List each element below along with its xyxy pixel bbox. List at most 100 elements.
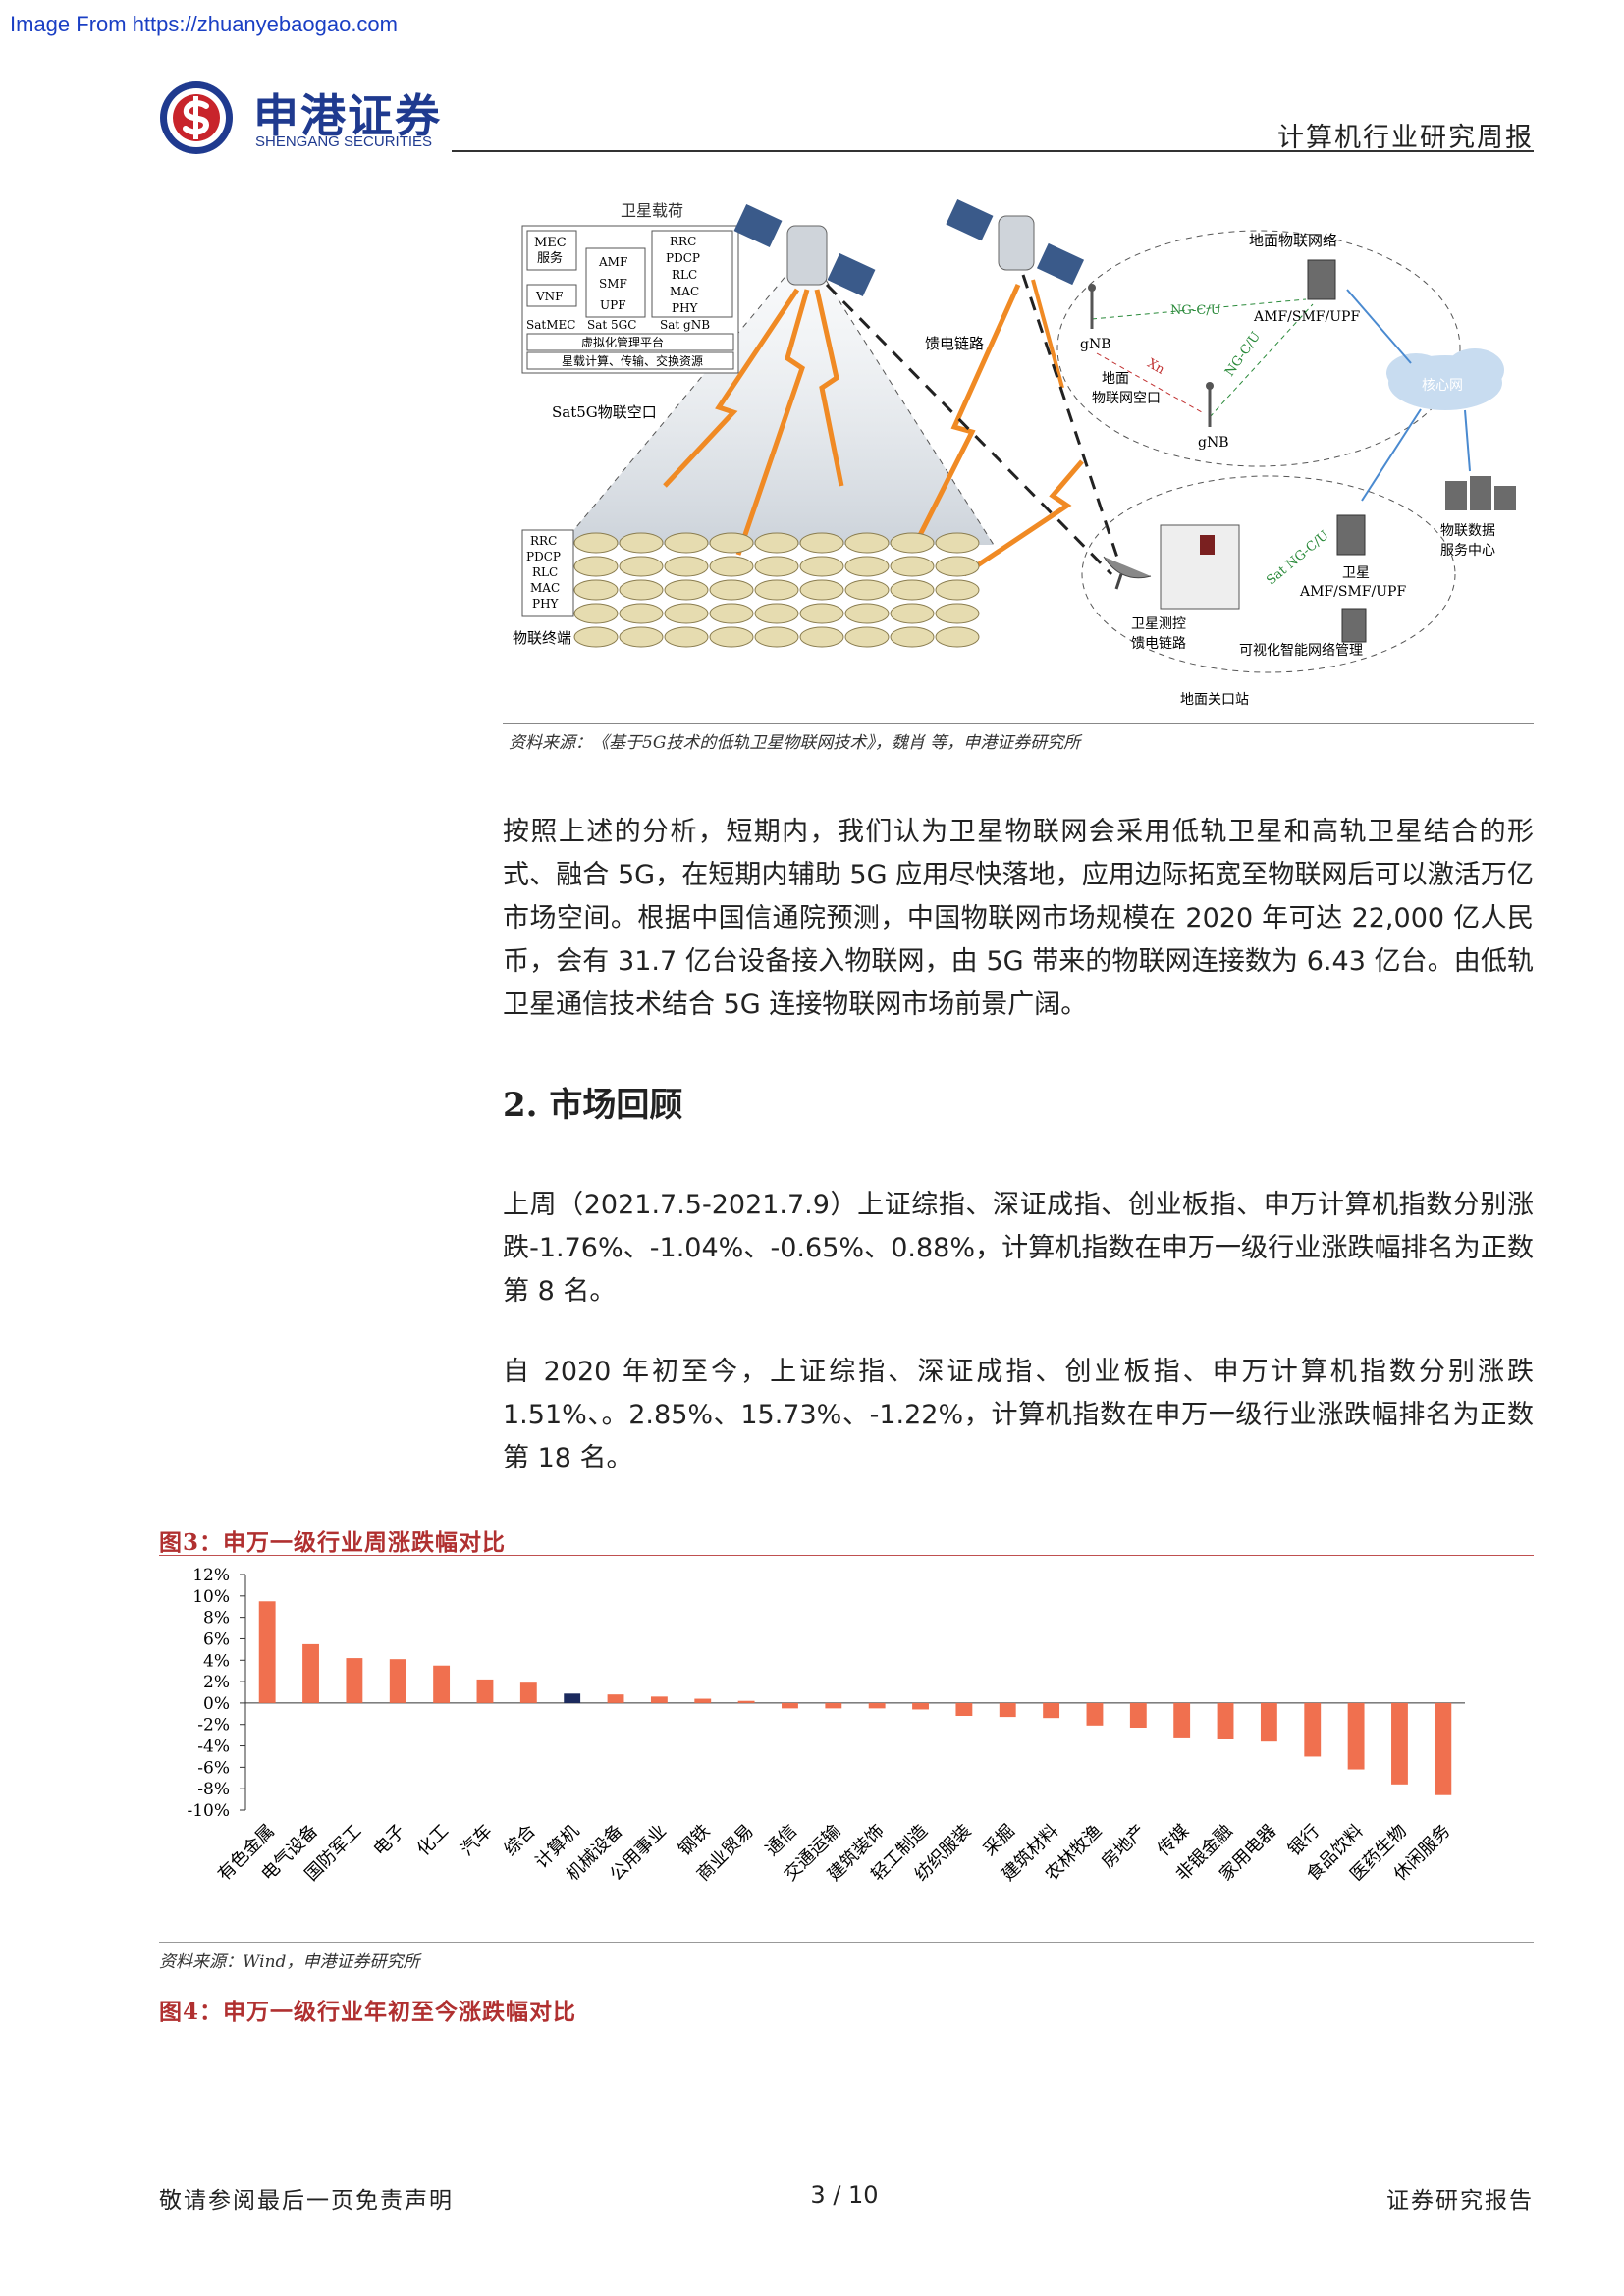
header-divider [452,150,1534,152]
bar-建筑材料 [1043,1702,1060,1719]
bar-电子 [389,1659,406,1703]
ttc-label-1: 卫星测控 [1131,616,1186,632]
terminal-cell [573,579,619,601]
terminal-label: 物联终端 [513,629,571,647]
terminal-cell [754,626,799,648]
ground-iot-network-ellipse [1056,230,1461,467]
chart-source: 资料来源：Wind，申港证券研究所 [159,1952,420,1972]
terminal-cell [890,556,935,577]
terminal-cell [619,556,664,577]
y-tick-label: 0% [203,1694,230,1714]
core-func-1: AMF [598,255,627,269]
terminal-cell [754,556,799,577]
server-icon-mgmt [1341,608,1367,643]
terminal-cell [573,556,619,577]
terminal-cell [619,603,664,624]
figure-4-title: 图4：申万一级行业年初至今涨跌幅对比 [159,1999,577,2025]
terminal-cell [573,626,619,648]
bar-综合 [519,1682,537,1703]
terminal-cell [709,556,754,577]
figure-3-divider [159,1555,1534,1556]
core-link-3 [1464,409,1471,472]
rack-panel [1200,535,1215,555]
y-tick-label: 8% [203,1609,230,1629]
terminal-cell [709,626,754,648]
bar-公用事业 [650,1696,668,1703]
satmec-label: SatMEC [526,318,575,332]
terminal-cell [935,626,980,648]
term-stack-3: RLC [532,565,558,579]
terminal-cell [619,579,664,601]
footer-disclaimer: 敬请参阅最后一页免责声明 [159,2188,454,2214]
server-icon-amf [1307,259,1336,300]
terminal-cell [619,532,664,554]
bar-汽车 [476,1679,494,1703]
core-link-1 [1346,289,1412,364]
terminal-cell [573,603,619,624]
bar-商业贸易 [737,1700,755,1703]
x-tick-label: 汽车 [457,1821,496,1860]
gnb-antenna-icon-1 [1088,284,1096,329]
watermark-text: Image From https://zhuanyebaogao.com [10,12,398,36]
x-tick-label: 房地产 [1098,1821,1150,1873]
gnb-label-1: gNB [1080,337,1111,352]
bar-通信 [782,1702,798,1709]
gnb-bolt [1031,279,1064,389]
bar-交通运输 [825,1702,842,1709]
terminal-cell [935,556,980,577]
terminal-cell [754,532,799,554]
air-interface-label: Sat5G物联空口 [552,403,657,421]
geo-satellite-icon [946,198,1085,286]
terminal-cell [935,603,980,624]
terminal-cell [799,603,844,624]
bar-有色金属 [258,1601,276,1703]
bar-计算机 [564,1693,581,1703]
page-number: 3 / 10 [810,2181,879,2209]
y-axis: 12% 10%8%6%4% 2% 0% -2% -4%-6% -8% -10% [187,1566,1465,1821]
y-tick-label: -6% [197,1758,230,1778]
gateway-label: 地面关口站 [1180,692,1249,708]
ran-3: RLC [672,268,697,282]
y-tick-label: -2% [197,1716,230,1735]
x-tick-label: 化工 [413,1821,453,1860]
visual-mgmt-label: 可视化智能网络管理 [1239,643,1363,659]
bar-食品饮料 [1347,1702,1365,1770]
terminal-cell [754,603,799,624]
y-tick-label: 10% [192,1587,230,1607]
leo-satellite-icon [733,203,876,297]
sat-5gc-label: Sat 5GC [587,318,636,332]
y-tick-label: 4% [203,1651,230,1671]
iot-terminal-grid [573,532,980,648]
terminal-cell [664,532,709,554]
feeder-link-label: 馈电链路 [925,335,984,352]
terminal-cell [709,603,754,624]
terminal-cell [844,579,890,601]
paragraph-weekly-review: 上周（2021.7.5-2021.7.9）上证综指、深证成指、创业板指、申万计算… [503,1190,1534,1307]
terminal-cell [935,532,980,554]
bar-纺织服装 [955,1702,973,1716]
ground-air-label-1: 地面 [1102,371,1129,387]
terminal-cell [890,603,935,624]
terminal-cell [664,579,709,601]
terminal-cell [890,579,935,601]
terminal-cell [664,556,709,577]
ttc-label-2: 馈电链路 [1131,636,1186,652]
terminal-cell [709,579,754,601]
figure-3-title: 图3：申万一级行业周涨跌幅对比 [159,1529,507,1556]
vnf-label: VNF [535,290,564,303]
ran-4: MAC [670,285,699,298]
term-stack-2: PDCP [526,550,561,563]
bar-国防军工 [346,1658,363,1703]
terminal-cell [890,532,935,554]
mec-label: MEC [534,236,567,250]
core-func-3: UPF [600,298,626,312]
section-title: 2. 市场回顾 [503,1086,683,1125]
term-stack-5: PHY [532,597,560,611]
chart-divider [159,1942,1534,1943]
terminal-cell [890,626,935,648]
bar-农林牧渔 [1086,1702,1104,1726]
payload-title: 卫星载荷 [621,201,683,220]
terminal-cell [573,532,619,554]
terminal-cell [619,626,664,648]
bar-采掘 [999,1702,1016,1718]
